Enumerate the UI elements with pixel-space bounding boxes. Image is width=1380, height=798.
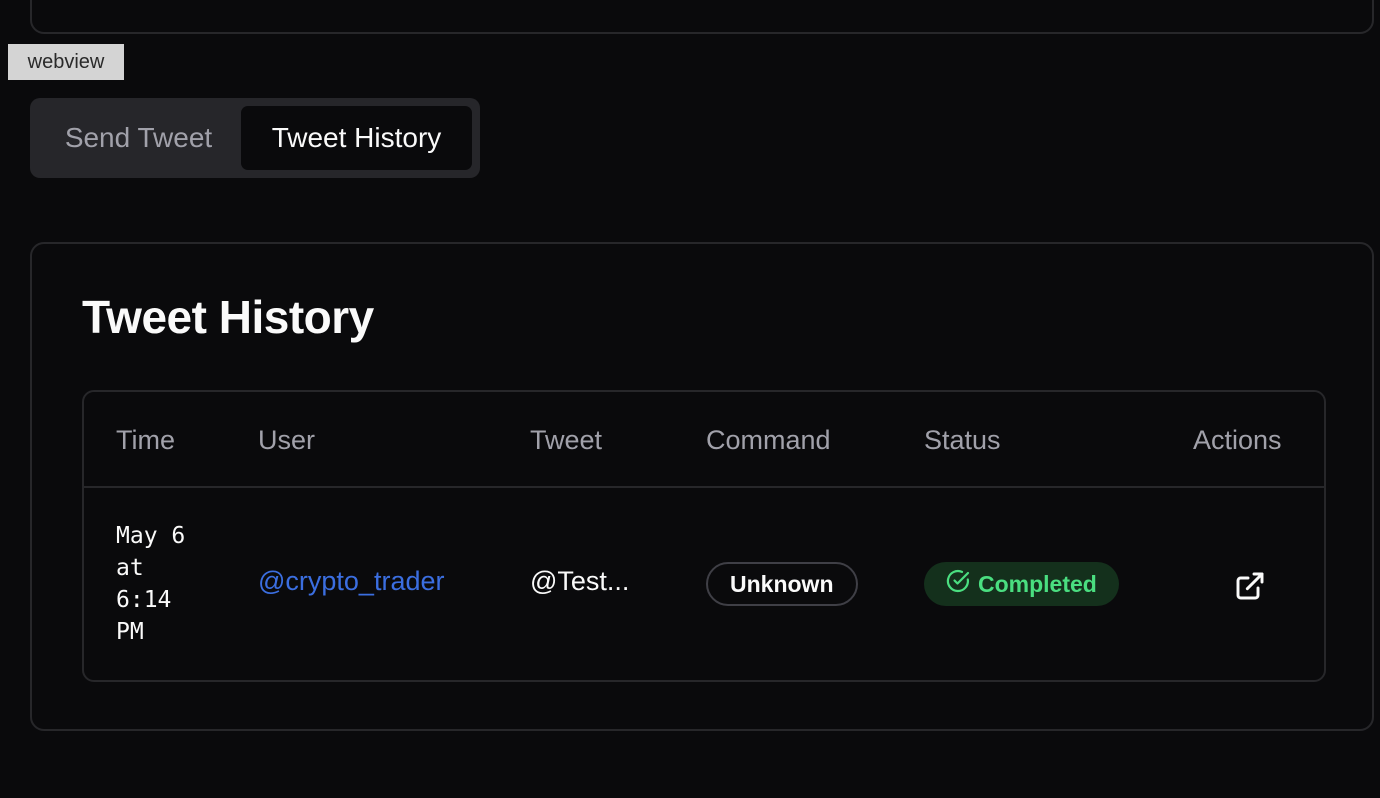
status-label: Completed [978, 570, 1097, 597]
table-row: May 6 at 6:14 PM @crypto_trader @Test...… [84, 488, 1324, 680]
tab-send-tweet[interactable]: Send Tweet [38, 106, 239, 170]
tab-tweet-history[interactable]: Tweet History [241, 106, 472, 170]
history-table: Time User Tweet Command Status Actions M… [82, 390, 1326, 682]
column-header-user: User [258, 425, 316, 455]
time-line: May 6 [116, 523, 186, 549]
column-header-tweet: Tweet [530, 425, 603, 455]
time-line: at [116, 555, 144, 581]
command-badge: Unknown [706, 562, 858, 606]
table-header: Time User Tweet Command Status Actions [84, 392, 1324, 488]
column-header-time: Time [116, 425, 175, 455]
previous-card [30, 0, 1374, 34]
external-link-icon [1234, 572, 1266, 606]
tweet-history-card: Tweet History Time User Tweet Command St… [30, 242, 1374, 731]
column-header-status: Status [924, 425, 1001, 455]
tweet-cell: @Test... [530, 566, 630, 596]
column-header-actions: Actions [1193, 425, 1282, 455]
time-cell: May 6 at 6:14 PM [116, 520, 226, 648]
check-circle-icon [946, 569, 970, 599]
status-badge: Completed [924, 562, 1119, 606]
tab-bar: Send Tweet Tweet History [30, 98, 480, 178]
page: webview Send Tweet Tweet History Tweet H… [0, 0, 1380, 798]
open-external-button[interactable] [1234, 570, 1266, 602]
page-title: Tweet History [82, 291, 374, 343]
webview-label: webview [8, 44, 124, 80]
time-line: PM [116, 619, 144, 645]
user-link[interactable]: @crypto_trader [258, 566, 444, 597]
time-line: 6:14 [116, 587, 172, 613]
column-header-command: Command [706, 425, 831, 455]
